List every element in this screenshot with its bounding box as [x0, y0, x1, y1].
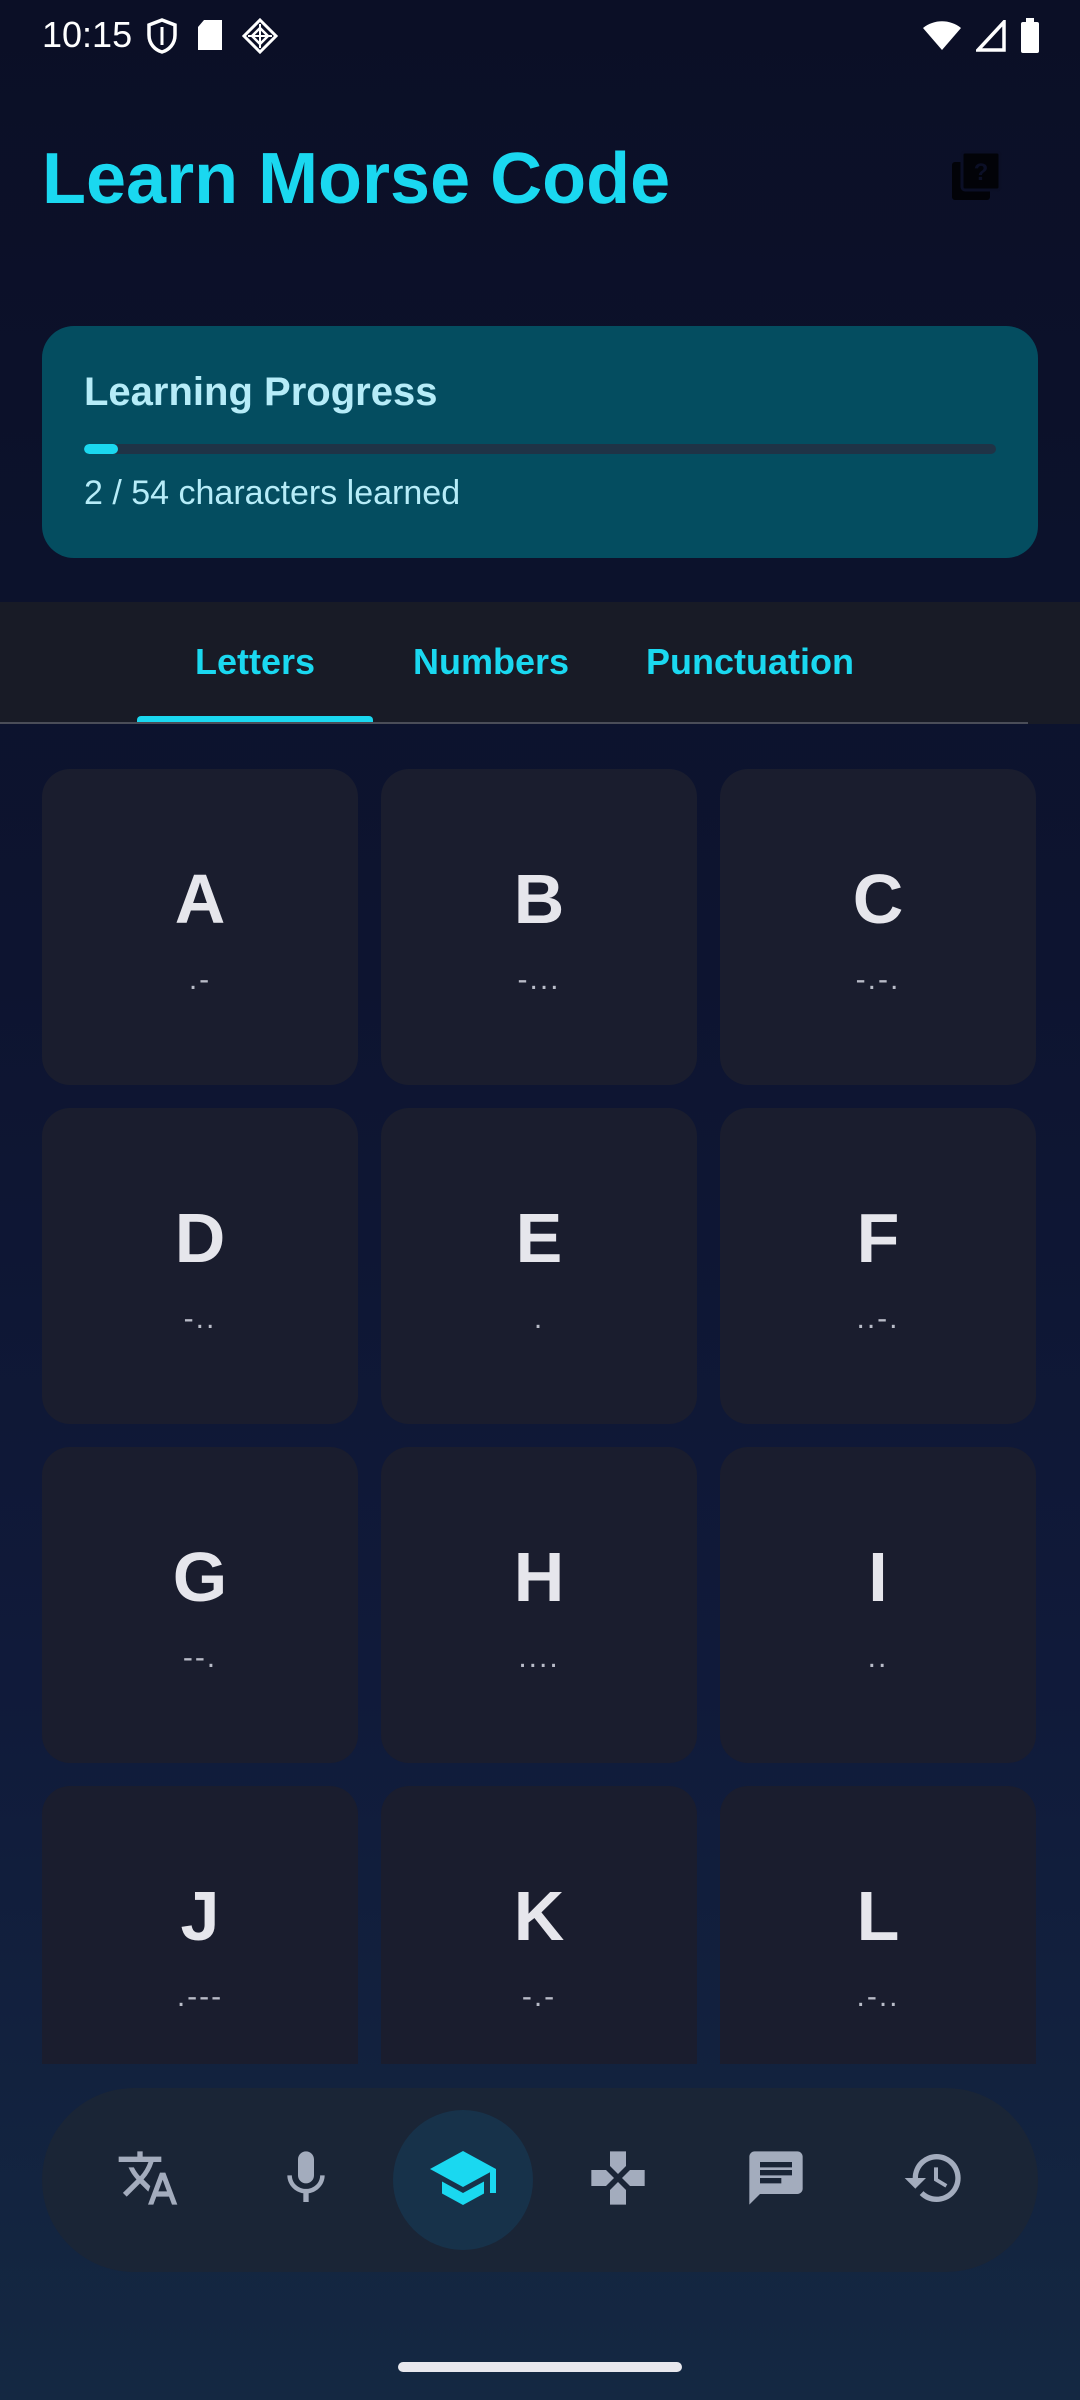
battery-icon	[1020, 18, 1040, 54]
character-card[interactable]: G --.	[42, 1447, 358, 1763]
character-letter: F	[856, 1199, 900, 1277]
character-letter: H	[513, 1538, 565, 1616]
character-letter: G	[172, 1538, 228, 1616]
character-card[interactable]: H ....	[381, 1447, 697, 1763]
status-time: 10:15	[42, 14, 133, 55]
morse-code: .-..	[856, 1980, 900, 2013]
status-left-icons	[146, 18, 278, 54]
character-grid: A .- B -... C -.-. D -.. E . F ..-. G --…	[0, 724, 1080, 2064]
character-letter: E	[515, 1199, 563, 1277]
character-card[interactable]: D -..	[42, 1108, 358, 1424]
morse-code: --.	[182, 1641, 218, 1674]
morse-code: -...	[517, 963, 561, 996]
svg-text:?: ?	[974, 159, 989, 186]
progress-title: Learning Progress	[84, 370, 438, 414]
progress-bar	[84, 444, 996, 454]
bottom-navigation	[42, 2088, 1038, 2272]
gamepad-icon	[586, 2146, 650, 2215]
character-letter: L	[856, 1877, 900, 1955]
progress-bar-fill	[84, 444, 118, 454]
morse-code: -.-.	[855, 963, 901, 996]
character-letter: A	[174, 860, 226, 938]
sd-card-icon	[196, 18, 224, 54]
nav-microphone[interactable]	[256, 2130, 356, 2230]
morse-code: .---	[176, 1980, 224, 2013]
tab-numbers[interactable]: Numbers	[391, 602, 591, 722]
character-card[interactable]: E .	[381, 1108, 697, 1424]
category-tab-bar: Letters Numbers Punctuation	[0, 602, 1080, 724]
progress-text: 2 / 54 characters learned	[84, 474, 461, 512]
character-letter: C	[852, 860, 904, 938]
character-card[interactable]: A .-	[42, 769, 358, 1085]
status-right-icons	[922, 18, 1040, 54]
nav-game[interactable]	[568, 2130, 668, 2230]
tab-punctuation[interactable]: Punctuation	[628, 602, 872, 722]
status-bar: 10:15	[0, 0, 1080, 72]
nav-chat[interactable]	[726, 2130, 826, 2230]
page-title: Learn Morse Code	[42, 139, 671, 219]
nav-learn[interactable]	[393, 2110, 533, 2250]
shield-icon	[146, 18, 178, 54]
morse-code: .-	[188, 963, 212, 996]
morse-code: -.-	[521, 1980, 557, 2013]
nav-history[interactable]	[884, 2130, 984, 2230]
character-letter: K	[513, 1877, 565, 1955]
learning-progress-card: Learning Progress 2 / 54 characters lear…	[42, 326, 1038, 558]
morse-code: -..	[183, 1302, 217, 1335]
nav-translate[interactable]	[98, 2130, 198, 2230]
tab-letters[interactable]: Letters	[137, 602, 373, 722]
morse-code: ..	[867, 1641, 889, 1674]
character-letter: B	[513, 860, 565, 938]
character-card[interactable]: C -.-.	[720, 769, 1036, 1085]
translate-icon	[116, 2146, 180, 2215]
quiz-help-button[interactable]: ?	[944, 146, 1008, 210]
character-card[interactable]: F ..-.	[720, 1108, 1036, 1424]
character-letter: D	[174, 1199, 226, 1277]
chat-icon	[744, 2146, 808, 2215]
character-card[interactable]: I ..	[720, 1447, 1036, 1763]
quiz-help-icon: ?	[948, 148, 1004, 209]
diamond-grid-icon	[242, 18, 278, 54]
character-card[interactable]: B -...	[381, 769, 697, 1085]
character-letter: I	[868, 1538, 888, 1616]
character-card[interactable]: J .---	[42, 1786, 358, 2064]
morse-code: ..-.	[856, 1302, 900, 1335]
character-card[interactable]: K -.-	[381, 1786, 697, 2064]
morse-code: .	[533, 1302, 545, 1335]
microphone-icon	[274, 2146, 338, 2215]
character-letter: J	[180, 1877, 220, 1955]
wifi-icon	[922, 20, 962, 52]
home-indicator[interactable]	[398, 2362, 682, 2372]
graduation-cap-icon	[427, 2142, 499, 2219]
history-icon	[902, 2146, 966, 2215]
morse-code: ....	[518, 1641, 560, 1674]
character-card[interactable]: L .-..	[720, 1786, 1036, 2064]
signal-icon	[976, 20, 1006, 52]
